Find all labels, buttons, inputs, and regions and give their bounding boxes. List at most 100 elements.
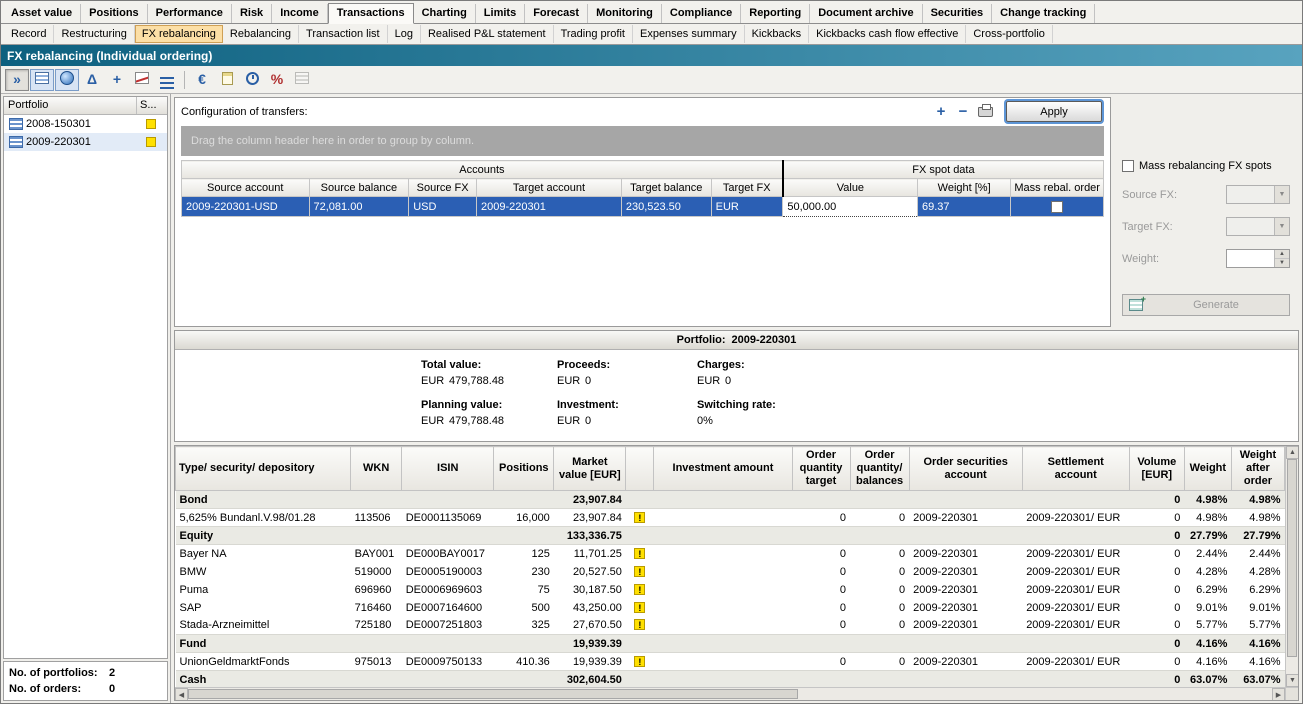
- transfers-column-target-account[interactable]: Target account: [477, 179, 622, 197]
- main-tab-limits[interactable]: Limits: [476, 4, 525, 23]
- add-transfer-button[interactable]: +: [930, 103, 952, 121]
- main-tab-income[interactable]: Income: [272, 4, 328, 23]
- remove-transfer-button[interactable]: −: [952, 103, 974, 121]
- toolbar-statistics-button[interactable]: %: [265, 69, 289, 91]
- scroll-up-icon[interactable]: ▲: [1286, 446, 1298, 459]
- position-row[interactable]: BMW519000DE000519000323020,527.50!002009…: [176, 563, 1285, 581]
- position-row[interactable]: Bayer NABAY001DE000BAY001712511,701.25!0…: [176, 545, 1285, 563]
- sub-tab-rebalancing[interactable]: Rebalancing: [223, 25, 299, 43]
- toolbar-add-position-button[interactable]: +: [105, 69, 129, 91]
- scroll-right-icon[interactable]: ▶: [1272, 688, 1285, 701]
- main-tab-performance[interactable]: Performance: [148, 4, 232, 23]
- positions-column-type-security-depository[interactable]: Type/ security/ depository: [176, 447, 351, 491]
- positions-column-order-securities-account[interactable]: Order securities account: [909, 447, 1022, 491]
- positions-column-settlement-account[interactable]: Settlement account: [1022, 447, 1129, 491]
- main-tab-change-tracking[interactable]: Change tracking: [992, 4, 1095, 23]
- toolbar-notes-button[interactable]: [215, 69, 239, 91]
- transfers-column-target-balance[interactable]: Target balance: [621, 179, 711, 197]
- sub-tab-fx-rebalancing[interactable]: FX rebalancing: [135, 25, 223, 43]
- toolbar-delta-button[interactable]: Δ: [80, 69, 104, 91]
- main-tab-positions[interactable]: Positions: [81, 4, 148, 23]
- positions-column-volume-eur[interactable]: Volume [EUR]: [1129, 447, 1184, 491]
- toolbar-sliders-button[interactable]: [155, 69, 179, 91]
- sub-tab-record[interactable]: Record: [4, 25, 54, 43]
- group-row[interactable]: Equity133,336.75027.79%27.79%: [176, 527, 1285, 545]
- positions-column-market-value-eur[interactable]: Market value [EUR]: [554, 447, 626, 491]
- target-fx-select[interactable]: ▼: [1226, 217, 1290, 236]
- print-button[interactable]: [974, 103, 996, 121]
- sub-tab-log[interactable]: Log: [388, 25, 421, 43]
- main-tab-risk[interactable]: Risk: [232, 4, 272, 23]
- main-tab-asset-value[interactable]: Asset value: [3, 4, 81, 23]
- main-tab-reporting[interactable]: Reporting: [741, 4, 810, 23]
- sub-tab-realised-p-l-statement[interactable]: Realised P&L statement: [421, 25, 554, 43]
- transfers-column-source-balance[interactable]: Source balance: [309, 179, 409, 197]
- spin-up-icon[interactable]: ▲: [1275, 250, 1289, 259]
- scroll-left-icon[interactable]: ◀: [175, 688, 188, 701]
- main-tab-transactions[interactable]: Transactions: [328, 3, 414, 24]
- source-fx-select[interactable]: ▼: [1226, 185, 1290, 204]
- transfers-column-mass-rebal-order[interactable]: Mass rebal. order: [1011, 179, 1104, 197]
- portfolio-column-header[interactable]: Portfolio: [4, 97, 137, 114]
- value-input[interactable]: 50,000.00: [783, 197, 918, 217]
- positions-column-isin[interactable]: ISIN: [402, 447, 494, 491]
- sub-tab-kickbacks[interactable]: Kickbacks: [745, 25, 810, 43]
- positions-column-weight[interactable]: Weight: [1184, 447, 1231, 491]
- positions-column-positions[interactable]: Positions: [494, 447, 554, 491]
- positions-column-weight-after-order[interactable]: Weight after order: [1231, 447, 1284, 491]
- sub-tab-transaction-list[interactable]: Transaction list: [299, 25, 388, 43]
- portfolio-list-item[interactable]: 2009-220301: [4, 133, 167, 151]
- cell-investment-amount: [654, 671, 792, 688]
- weight-spinner[interactable]: ▲▼: [1226, 249, 1290, 268]
- status-column-header[interactable]: S...: [137, 97, 167, 114]
- transfers-column-weight[interactable]: Weight [%]: [917, 179, 1010, 197]
- generate-button[interactable]: Generate: [1122, 294, 1290, 316]
- group-row[interactable]: Fund19,939.3904.16%4.16%: [176, 635, 1285, 653]
- main-tab-securities[interactable]: Securities: [923, 4, 993, 23]
- position-row[interactable]: SAP716460DE000716460050043,250.00!002009…: [176, 599, 1285, 617]
- v-scrollbar-thumb[interactable]: [1287, 459, 1297, 657]
- main-tab-compliance[interactable]: Compliance: [662, 4, 741, 23]
- toolbar-clock-button[interactable]: [240, 69, 264, 91]
- spin-down-icon[interactable]: ▼: [1275, 259, 1289, 267]
- toolbar-price-chart-button[interactable]: [130, 69, 154, 91]
- group-row[interactable]: Bond23,907.8404.98%4.98%: [176, 491, 1285, 509]
- toolbar-positions-table-button[interactable]: [30, 69, 54, 91]
- sub-tab-cross-portfolio[interactable]: Cross-portfolio: [966, 25, 1053, 43]
- position-row[interactable]: Puma696960DE00069696037530,187.50!002009…: [176, 581, 1285, 599]
- position-row[interactable]: Stada-Arzneimittel725180DE00072518033252…: [176, 617, 1285, 635]
- sub-tab-restructuring[interactable]: Restructuring: [54, 25, 134, 43]
- toolbar-globe-button[interactable]: [55, 69, 79, 91]
- transfer-row[interactable]: 2009-220301-USD72,081.00USD2009-22030123…: [182, 197, 1104, 217]
- main-tab-document-archive[interactable]: Document archive: [810, 4, 922, 23]
- main-tab-monitoring[interactable]: Monitoring: [588, 4, 662, 23]
- toolbar-link-table-button[interactable]: [290, 69, 314, 91]
- transfers-column-target-fx[interactable]: Target FX: [711, 179, 783, 197]
- mass-rebal-checkbox[interactable]: [1051, 201, 1063, 213]
- main-tab-forecast[interactable]: Forecast: [525, 4, 588, 23]
- main-tab-charting[interactable]: Charting: [414, 4, 476, 23]
- positions-column-order-quantity-target[interactable]: Order quantity target: [792, 447, 850, 491]
- group-row[interactable]: Cash302,604.50063.07%63.07%: [176, 671, 1285, 688]
- sub-tab-expenses-summary[interactable]: Expenses summary: [633, 25, 745, 43]
- position-row[interactable]: UnionGeldmarktFonds975013DE0009750133410…: [176, 653, 1285, 671]
- h-scrollbar-thumb[interactable]: [188, 689, 798, 699]
- transfers-column-source-fx[interactable]: Source FX: [409, 179, 477, 197]
- apply-button[interactable]: Apply: [1006, 101, 1102, 122]
- positions-column-investment-amount[interactable]: Investment amount: [654, 447, 792, 491]
- positions-column-wkn[interactable]: WKN: [351, 447, 402, 491]
- portfolio-list-item[interactable]: 2008-150301: [4, 115, 167, 133]
- positions-column-status[interactable]: [626, 447, 654, 491]
- mass-rebalancing-checkbox[interactable]: [1122, 160, 1134, 172]
- toolbar-double-chevron-button[interactable]: »: [5, 69, 29, 91]
- transfers-column-source-account[interactable]: Source account: [182, 179, 310, 197]
- sub-tab-kickbacks-cash-flow-effective[interactable]: Kickbacks cash flow effective: [809, 25, 966, 43]
- scroll-down-icon[interactable]: ▼: [1286, 674, 1298, 687]
- transfers-column-value[interactable]: Value: [783, 179, 918, 197]
- positions-column-order-quantity-balances[interactable]: Order quantity/ balances: [850, 447, 909, 491]
- h-scrollbar[interactable]: ◀ ▶: [175, 687, 1298, 700]
- sub-tab-trading-profit[interactable]: Trading profit: [554, 25, 633, 43]
- toolbar-euro-button[interactable]: €: [190, 69, 214, 91]
- position-row[interactable]: 5,625% Bundanl.V.98/01.28113506DE0001135…: [176, 509, 1285, 527]
- v-scrollbar[interactable]: ▲ ▼: [1285, 446, 1298, 687]
